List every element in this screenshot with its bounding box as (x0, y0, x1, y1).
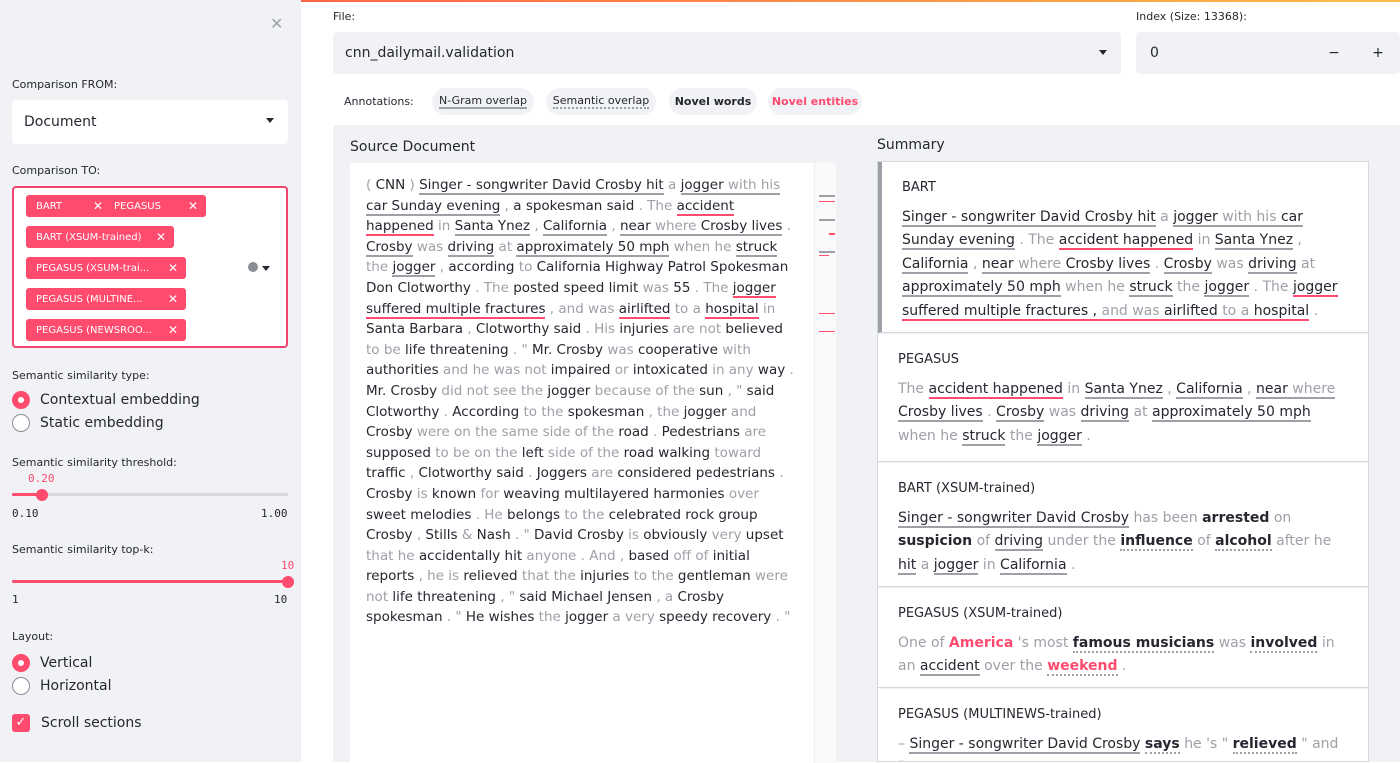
semantic-type-label: Semantic similarity type: (12, 369, 150, 382)
remove-tag-icon[interactable]: ✕ (158, 292, 178, 306)
topk-slider-handle[interactable] (282, 576, 294, 588)
summary-panel: BART Singer - songwriter David Crosby hi… (877, 161, 1369, 762)
card-title: PEGASUS (XSUM-trained) (898, 606, 1063, 621)
decrement-button[interactable]: − (1312, 45, 1356, 61)
remove-tag-icon[interactable]: ✕ (158, 323, 178, 337)
comparison-to-label: Comparison TO: (12, 164, 101, 177)
card-title: BART (XSUM-trained) (898, 481, 1036, 496)
summary-card-pegasus[interactable]: PEGASUS The accident happened in Santa Y… (878, 334, 1368, 462)
ngram-overlap-button[interactable]: N-Gram overlap (432, 88, 534, 115)
threshold-slider-track[interactable] (12, 493, 288, 496)
threshold-value: 0.20 (28, 472, 55, 485)
card-title: PEGASUS (898, 352, 960, 367)
minimap[interactable] (814, 163, 836, 763)
radio-icon (12, 414, 30, 432)
source-document-text: ( CNN ) Singer - songwriter David Crosby… (366, 177, 794, 626)
source-document-title: Source Document (350, 139, 476, 155)
tag-pegasus-multinews[interactable]: PEGASUS (MULTINE... ✕ (26, 288, 186, 310)
clear-all-icon[interactable] (248, 262, 258, 272)
radio-horizontal[interactable]: Horizontal (12, 677, 111, 695)
card-text: The accident happened in Santa Ynez , Ca… (898, 380, 1336, 446)
comparison-to-multiselect[interactable]: BART ✕ PEGASUS ✕ BART (XSUM-trained) ✕ PEGA… (12, 186, 288, 348)
chevron-down-icon (266, 118, 274, 123)
radio-icon (12, 677, 30, 695)
summary-card-bart[interactable]: BART Singer - songwriter David Crosby hi… (878, 162, 1368, 333)
remove-tag-icon[interactable]: ✕ (158, 261, 178, 275)
card-text: One of America 's most famous musicians … (898, 634, 1335, 676)
chevron-down-icon (1099, 50, 1107, 55)
comparison-from-select[interactable]: Document (12, 100, 288, 144)
tag-pegasus-xsum[interactable]: PEGASUS (XSUM-trai... ✕ (26, 257, 186, 279)
topk-slider-fill (12, 580, 288, 583)
tag-bart-xsum[interactable]: BART (XSUM-trained) ✕ (26, 226, 174, 248)
checkbox-checked-icon[interactable]: ✓ (12, 714, 30, 732)
tag-pegasus[interactable]: PEGASUS ✕ (104, 195, 206, 217)
summary-card-pegasus-multinews[interactable]: PEGASUS (MULTINEWS-trained) – Singer - s… (878, 689, 1368, 761)
threshold-label: Semantic similarity threshold: (12, 456, 177, 469)
threshold-slider-handle[interactable] (36, 489, 48, 501)
index-stepper[interactable]: 0 − + (1136, 32, 1400, 74)
index-label: Index (Size: 13368): (1136, 10, 1247, 23)
file-label: File: (333, 10, 356, 23)
file-select[interactable]: cnn_dailymail.validation (333, 32, 1121, 74)
radio-static[interactable]: Static embedding (12, 414, 164, 432)
novel-entities-button[interactable]: Novel entities (768, 88, 862, 115)
comparison-from-label: Comparison FROM: (12, 78, 118, 91)
remove-tag-icon[interactable]: ✕ (146, 230, 166, 244)
file-value: cnn_dailymail.validation (345, 45, 515, 61)
radio-contextual[interactable]: Contextual embedding (12, 391, 200, 409)
chevron-down-icon[interactable] (262, 266, 270, 271)
radio-selected-icon (12, 654, 30, 672)
comparison-from-value: Document (24, 114, 97, 130)
scroll-sections-label: Scroll sections (41, 715, 142, 731)
remove-tag-icon[interactable]: ✕ (83, 199, 103, 213)
remove-tag-icon[interactable]: ✕ (178, 199, 198, 213)
semantic-overlap-button[interactable]: Semantic overlap (546, 88, 656, 115)
summary-title: Summary (877, 137, 945, 153)
summary-card-pegasus-xsum[interactable]: PEGASUS (XSUM-trained) One of America 's… (878, 588, 1368, 688)
topk-min: 1 (12, 593, 19, 606)
sidebar: ✕ Comparison FROM: Document Comparison T… (0, 0, 301, 762)
card-text: Singer - songwriter David Crosby hit a j… (902, 208, 1338, 321)
threshold-min: 0.10 (12, 507, 39, 520)
topk-value: 10 (281, 559, 295, 572)
summary-card-bart-xsum[interactable]: BART (XSUM-trained) Singer - songwriter … (878, 463, 1368, 587)
tag-pegasus-newsroom[interactable]: PEGASUS (NEWSROO... ✕ (26, 319, 186, 341)
card-title: BART (902, 180, 936, 195)
topk-label: Semantic similarity top-k: (12, 543, 154, 556)
threshold-max: 1.00 (261, 507, 288, 520)
close-icon[interactable]: ✕ (270, 14, 283, 33)
increment-button[interactable]: + (1356, 45, 1400, 61)
radio-selected-icon (12, 391, 30, 409)
radio-vertical[interactable]: Vertical (12, 654, 92, 672)
card-text: Singer - songwriter David Crosby has bee… (898, 509, 1332, 575)
novel-words-button[interactable]: Novel words (669, 88, 757, 115)
layout-label: Layout: (12, 630, 54, 643)
tag-bart[interactable]: BART ✕ (26, 195, 111, 217)
index-input[interactable]: 0 (1136, 45, 1312, 61)
topk-max: 10 (274, 593, 288, 606)
card-title: PEGASUS (MULTINEWS-trained) (898, 707, 1102, 722)
annotations-label: Annotations: (344, 95, 414, 108)
card-text: – Singer - songwriter David Crosby says … (898, 735, 1339, 761)
